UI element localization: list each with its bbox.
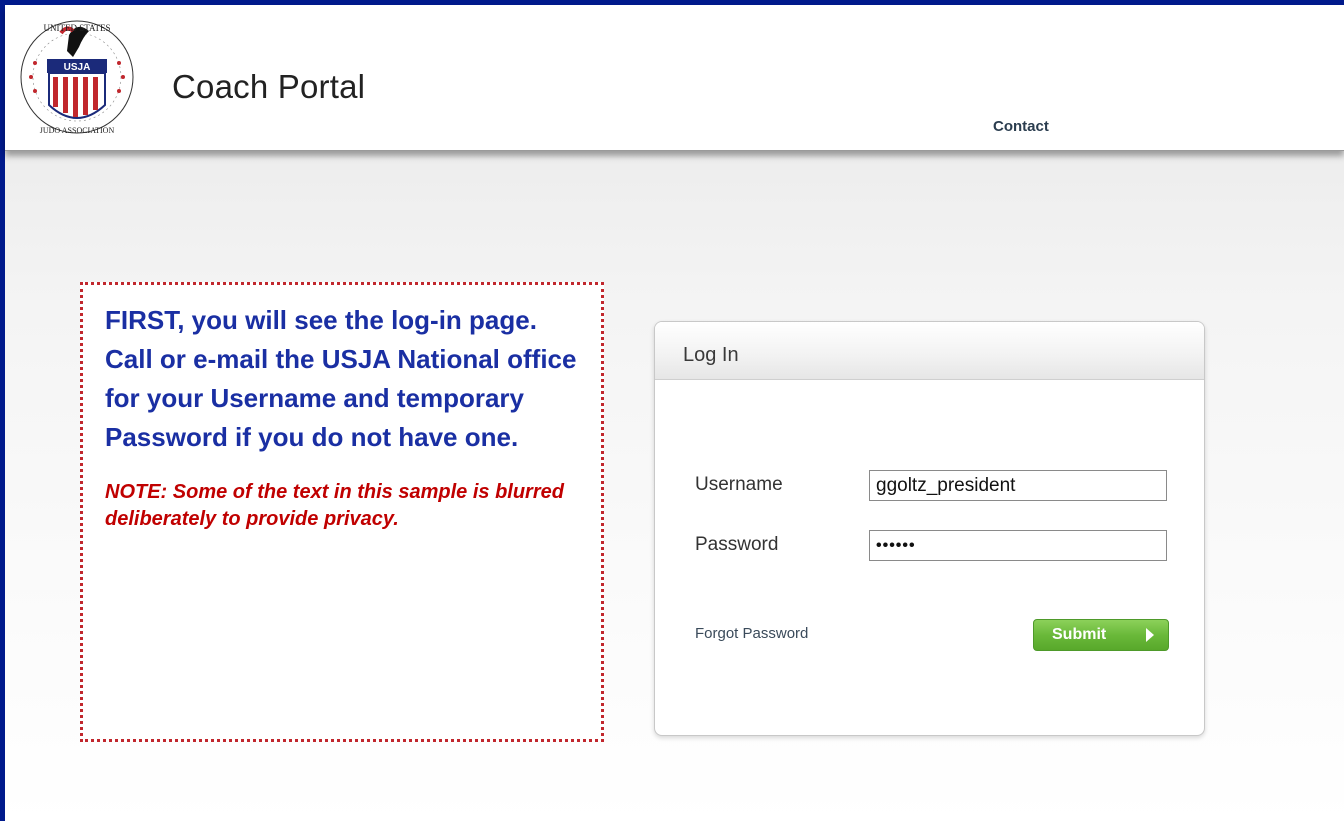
nav-contact-link[interactable]: Contact [993, 118, 1049, 135]
submit-button-label: Submit [1052, 626, 1107, 643]
svg-text:JUDO ASSOCIATION: JUDO ASSOCIATION [40, 126, 115, 135]
login-panel: Log In Username Password Forgot Password… [654, 321, 1205, 736]
username-field[interactable] [869, 470, 1167, 501]
password-label: Password [695, 534, 779, 555]
instruction-callout: FIRST, you will see the log-in page. Cal… [80, 282, 604, 742]
username-label: Username [695, 474, 783, 495]
password-field[interactable] [869, 530, 1167, 561]
callout-main-text: FIRST, you will see the log-in page. Cal… [105, 305, 577, 452]
svg-text:UNITED STATES: UNITED STATES [43, 23, 110, 33]
usja-seal-icon[interactable]: UNITED STATES JUDO ASSOCIATION USJA [17, 13, 137, 143]
login-title: Log In [683, 344, 739, 366]
page-title: Coach Portal [172, 68, 366, 105]
svg-text:USJA: USJA [64, 62, 91, 73]
chevron-right-icon [1146, 628, 1154, 642]
forgot-password-link[interactable]: Forgot Password [695, 625, 808, 642]
submit-button[interactable]: Submit [1033, 619, 1169, 651]
header-bar: UNITED STATES JUDO ASSOCIATION USJA Coac… [5, 5, 1344, 151]
callout-note-text: NOTE: Some of the text in this sample is… [105, 481, 564, 530]
